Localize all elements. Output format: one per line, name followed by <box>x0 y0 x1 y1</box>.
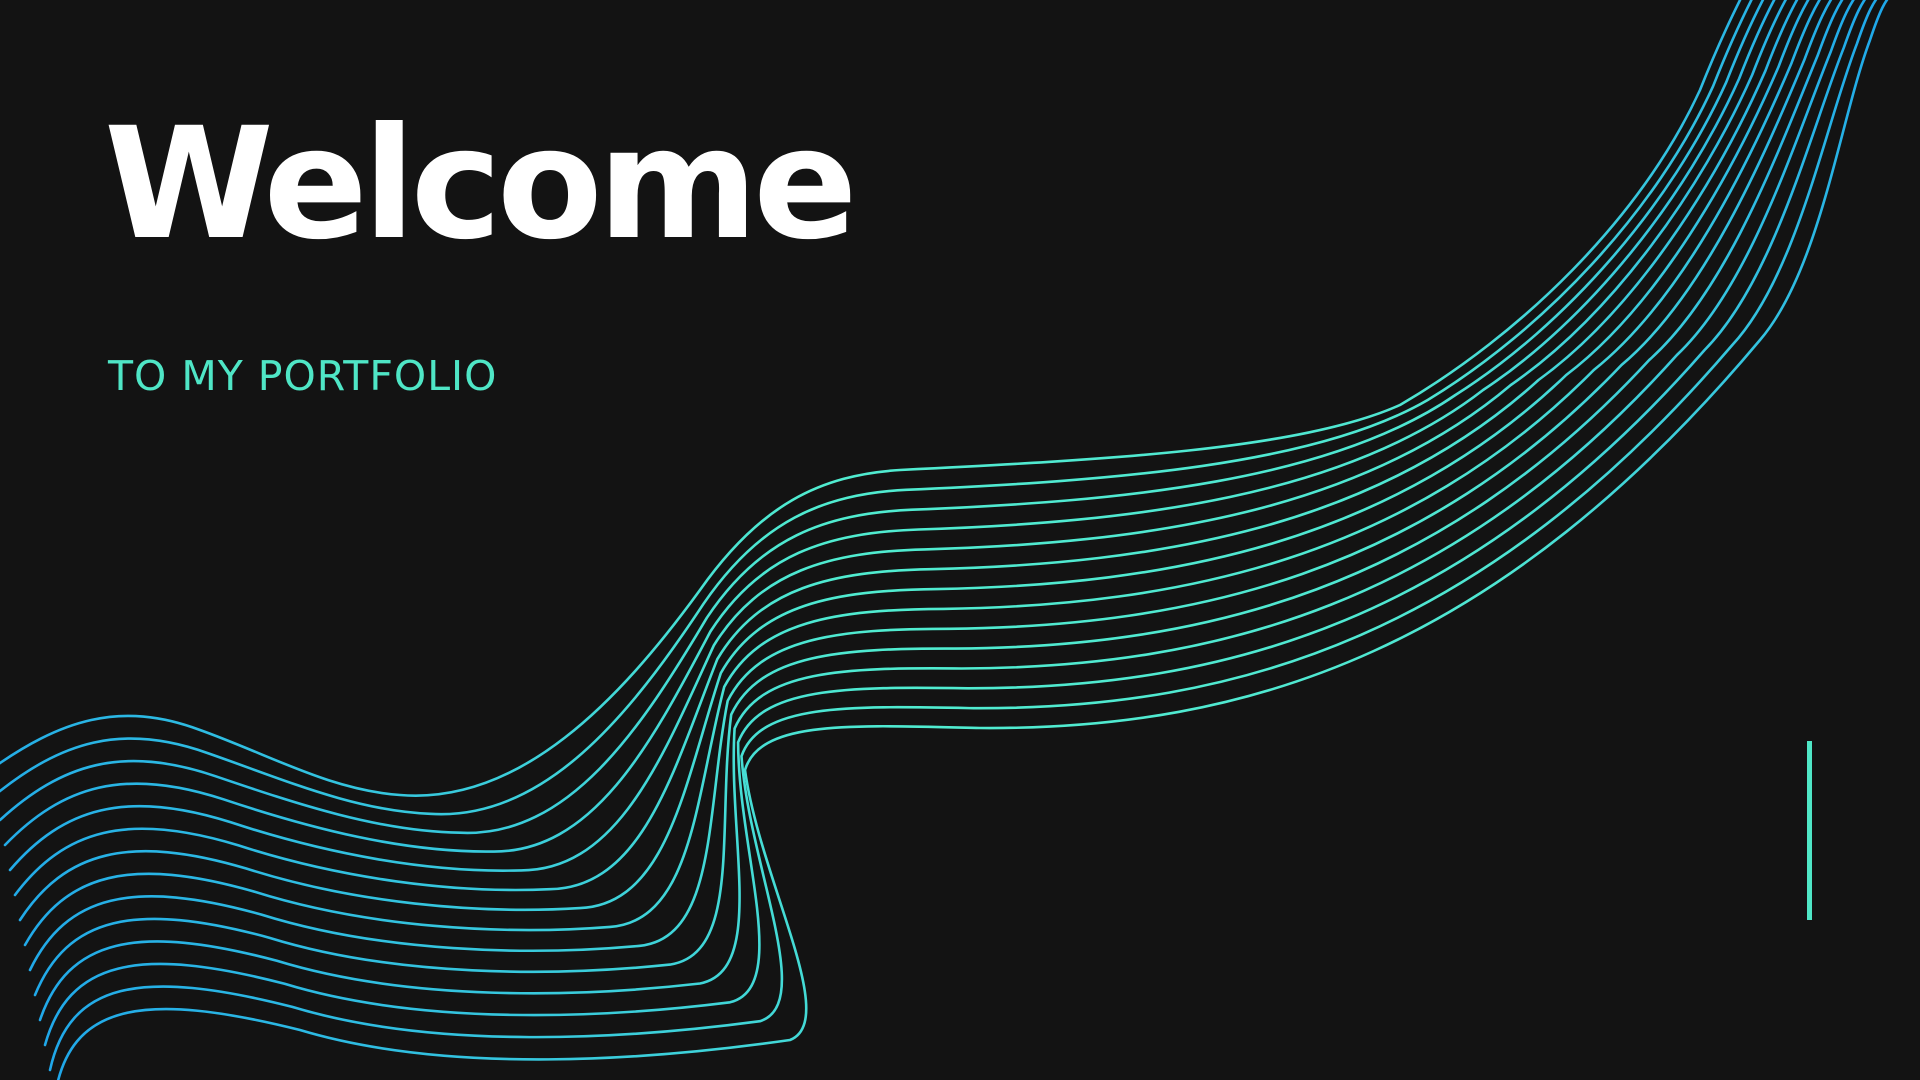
page-subtitle: TO MY PORTFOLIO <box>108 352 498 400</box>
page-title: Welcome <box>104 95 858 274</box>
accent-bar <box>1807 741 1812 920</box>
slide: Welcome TO MY PORTFOLIO <box>0 0 1920 1080</box>
